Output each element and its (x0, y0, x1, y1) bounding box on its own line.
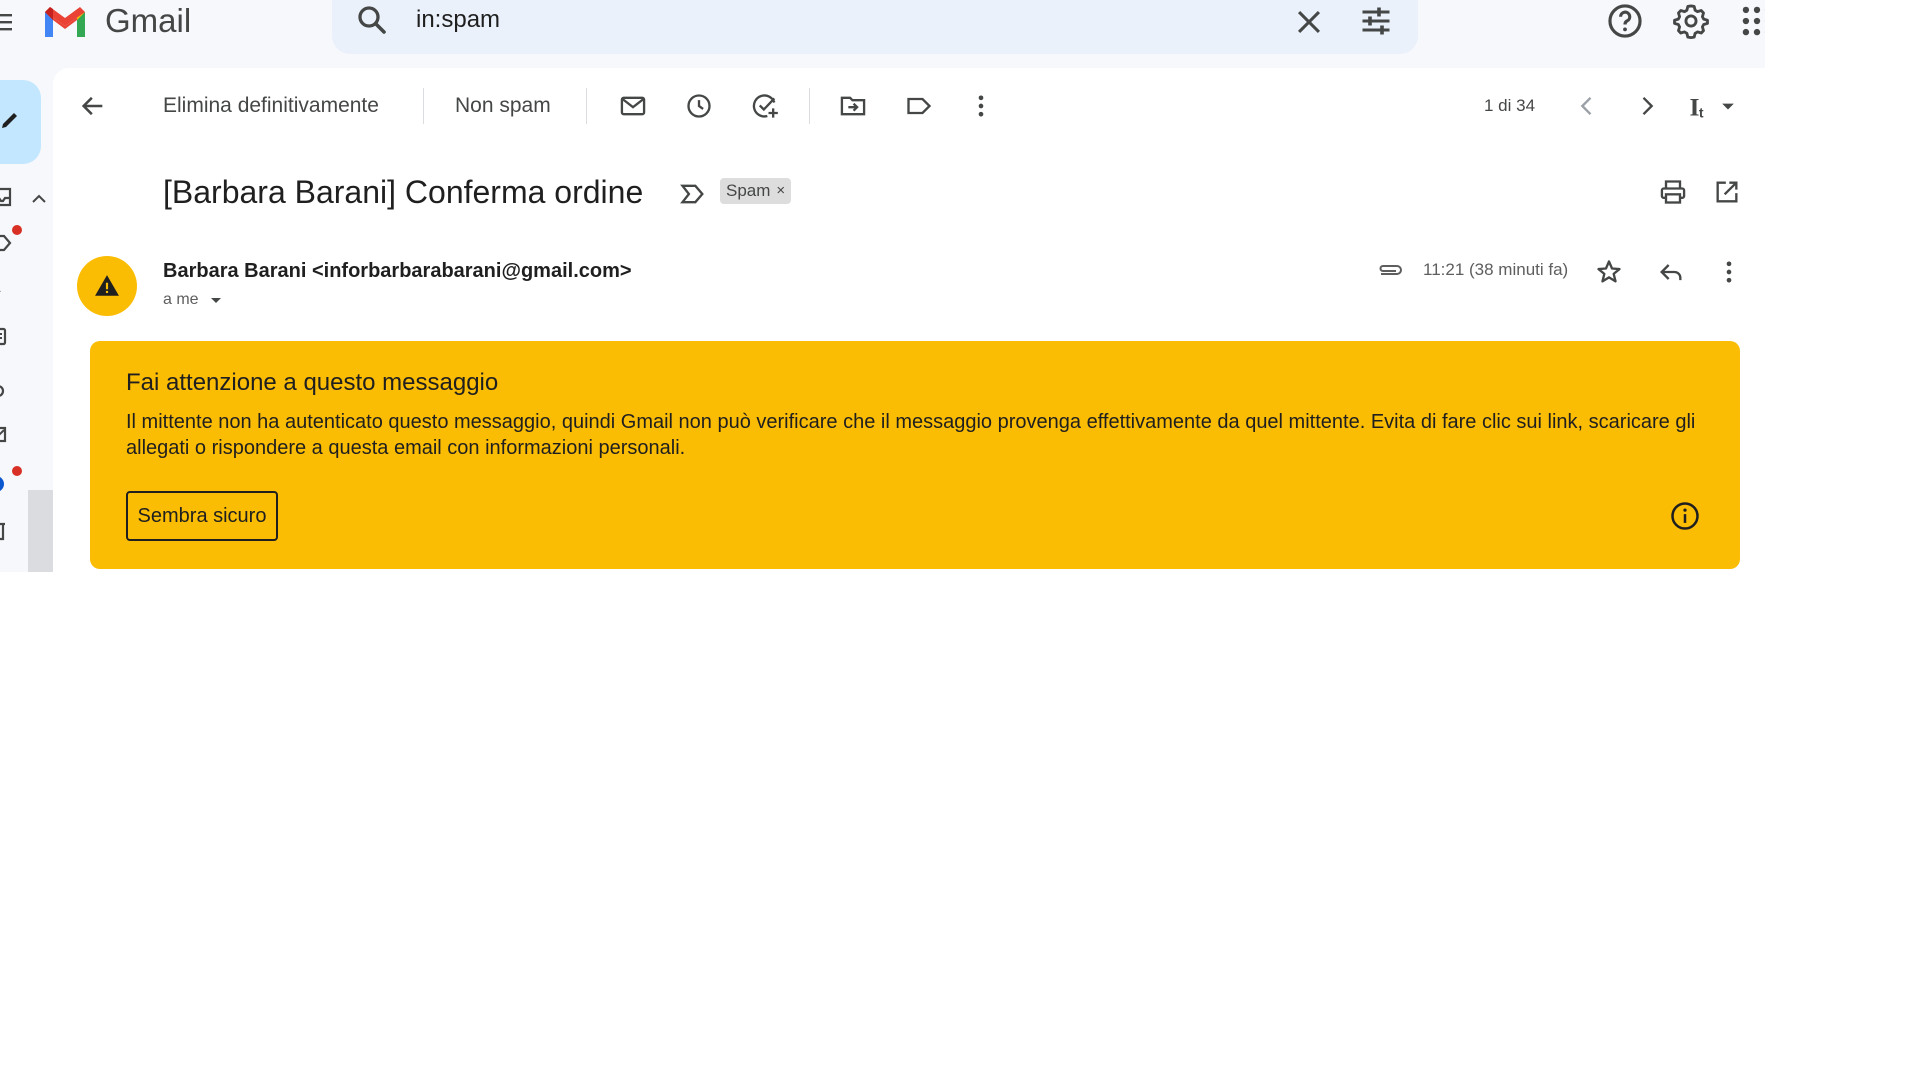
chevron-up-icon[interactable] (30, 190, 48, 208)
importance-marker-icon[interactable] (679, 180, 707, 208)
star-icon[interactable] (1595, 258, 1623, 286)
clear-search-icon[interactable] (1292, 5, 1326, 39)
document-icon[interactable] (0, 326, 14, 348)
gmail-wordmark[interactable]: Gmail (105, 0, 191, 42)
caret-down-icon[interactable] (209, 294, 223, 308)
svg-text:t: t (1699, 105, 1704, 120)
mark-unread-icon[interactable] (619, 92, 647, 120)
back-arrow-icon[interactable] (79, 92, 107, 120)
snooze-clock-icon[interactable] (685, 92, 713, 120)
warning-body: Il mittente non ha autenticato questo me… (126, 411, 1696, 459)
search-options-icon[interactable] (1358, 3, 1394, 39)
label-icon[interactable] (0, 232, 14, 254)
more-options-icon[interactable] (967, 92, 995, 120)
sender-avatar (77, 256, 137, 316)
notification-dot (12, 466, 22, 476)
search-input[interactable]: in:spam (416, 0, 500, 40)
info-icon[interactable] (1670, 501, 1700, 531)
open-in-new-window-icon[interactable] (1713, 178, 1741, 206)
print-icon[interactable] (1659, 178, 1687, 206)
recipient-label[interactable]: a me (163, 290, 199, 310)
clock-icon[interactable] (0, 380, 14, 402)
attachment-icon (1379, 265, 1402, 275)
message-time: 11:21 (38 minuti fa) (1423, 260, 1569, 279)
delete-forever-button[interactable]: Elimina definitivamente (163, 92, 379, 120)
warning-title: Fai attenzione a questo messaggio (126, 369, 499, 396)
spam-label-chip[interactable]: Spam × (720, 178, 792, 204)
chevron-left-icon[interactable] (1573, 92, 1601, 120)
toolbar-divider (809, 88, 810, 124)
reply-icon[interactable] (1657, 258, 1685, 286)
settings-icon[interactable] (1672, 2, 1710, 40)
search-bar[interactable]: in:spam (332, 0, 1418, 54)
label-tag-icon[interactable] (905, 92, 933, 120)
account-icon[interactable] (0, 472, 14, 494)
message-more-options-icon[interactable] (1715, 258, 1743, 286)
compose-button[interactable] (0, 80, 41, 164)
add-to-tasks-icon[interactable] (751, 92, 779, 120)
move-to-icon[interactable] (839, 92, 867, 120)
looks-safe-button[interactable]: Sembra sicuro (126, 491, 278, 541)
main-menu-icon[interactable] (0, 10, 14, 34)
input-tools-icon[interactable]: I t (1689, 92, 1739, 120)
gmail-app: Gmail in:spam Elimina definitivamente No… (0, 0, 1765, 572)
help-icon[interactable] (1606, 2, 1644, 40)
chevron-right-icon[interactable] (1633, 92, 1661, 120)
email-subject: [Barbara Barani] Conferma ordine (163, 174, 644, 210)
phishing-warning-banner: Fai attenzione a questo messaggio Il mit… (90, 341, 1740, 569)
toolbar-divider (586, 88, 587, 124)
pagination-count: 1 di 34 (1484, 96, 1536, 115)
sender-name-email: Barbara Barani <inforbarbarabarani@gmail… (163, 260, 632, 282)
spam-label-text: Spam (726, 181, 771, 200)
inbox-icon[interactable] (0, 186, 14, 208)
warning-triangle-icon (95, 275, 119, 296)
pencil-icon (2, 113, 17, 128)
message-panel: Elimina definitivamente Non spam 1 di 34… (53, 68, 1765, 572)
remove-label-icon[interactable]: × (776, 178, 785, 204)
edit-icon[interactable] (0, 424, 14, 446)
chevron-icon[interactable] (0, 280, 14, 302)
search-icon[interactable] (354, 2, 390, 38)
trash-icon[interactable] (0, 520, 14, 542)
apps-grid-icon[interactable] (1738, 2, 1765, 40)
not-spam-button[interactable]: Non spam (455, 92, 551, 120)
rail-scrollbar[interactable] (28, 490, 53, 572)
gmail-logo-icon[interactable] (42, 3, 88, 39)
toolbar-divider (423, 88, 424, 124)
